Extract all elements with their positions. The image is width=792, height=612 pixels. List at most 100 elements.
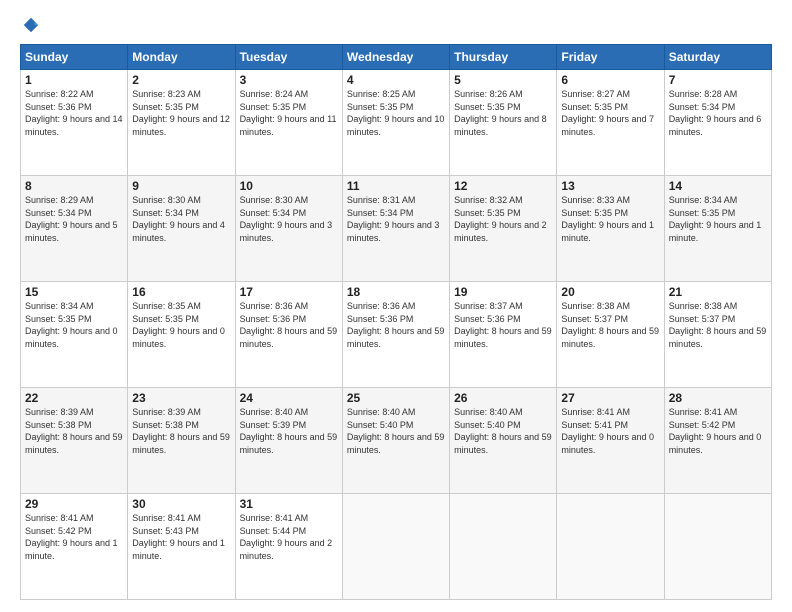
- day-number: 17: [240, 285, 338, 299]
- weekday-header: Saturday: [664, 45, 771, 70]
- weekday-header: Sunday: [21, 45, 128, 70]
- calendar-cell: 13 Sunrise: 8:33 AMSunset: 5:35 PMDaylig…: [557, 176, 664, 282]
- day-number: 12: [454, 179, 552, 193]
- day-number: 19: [454, 285, 552, 299]
- calendar-week-row: 29 Sunrise: 8:41 AMSunset: 5:42 PMDaylig…: [21, 494, 772, 600]
- calendar-cell: 27 Sunrise: 8:41 AMSunset: 5:41 PMDaylig…: [557, 388, 664, 494]
- calendar-cell: 25 Sunrise: 8:40 AMSunset: 5:40 PMDaylig…: [342, 388, 449, 494]
- day-info: Sunrise: 8:40 AMSunset: 5:40 PMDaylight:…: [454, 407, 552, 455]
- day-info: Sunrise: 8:34 AMSunset: 5:35 PMDaylight:…: [25, 301, 118, 349]
- weekday-header: Tuesday: [235, 45, 342, 70]
- day-info: Sunrise: 8:30 AMSunset: 5:34 PMDaylight:…: [240, 195, 333, 243]
- day-info: Sunrise: 8:29 AMSunset: 5:34 PMDaylight:…: [25, 195, 118, 243]
- calendar-cell: 11 Sunrise: 8:31 AMSunset: 5:34 PMDaylig…: [342, 176, 449, 282]
- day-info: Sunrise: 8:31 AMSunset: 5:34 PMDaylight:…: [347, 195, 440, 243]
- day-info: Sunrise: 8:36 AMSunset: 5:36 PMDaylight:…: [240, 301, 338, 349]
- weekday-header: Wednesday: [342, 45, 449, 70]
- day-info: Sunrise: 8:22 AMSunset: 5:36 PMDaylight:…: [25, 89, 123, 137]
- day-number: 9: [132, 179, 230, 193]
- calendar-cell: 14 Sunrise: 8:34 AMSunset: 5:35 PMDaylig…: [664, 176, 771, 282]
- day-number: 16: [132, 285, 230, 299]
- day-info: Sunrise: 8:28 AMSunset: 5:34 PMDaylight:…: [669, 89, 762, 137]
- calendar-cell: 20 Sunrise: 8:38 AMSunset: 5:37 PMDaylig…: [557, 282, 664, 388]
- day-number: 26: [454, 391, 552, 405]
- day-number: 30: [132, 497, 230, 511]
- day-number: 1: [25, 73, 123, 87]
- day-number: 5: [454, 73, 552, 87]
- day-number: 29: [25, 497, 123, 511]
- calendar-cell: 3 Sunrise: 8:24 AMSunset: 5:35 PMDayligh…: [235, 70, 342, 176]
- weekday-header-row: SundayMondayTuesdayWednesdayThursdayFrid…: [21, 45, 772, 70]
- day-info: Sunrise: 8:41 AMSunset: 5:41 PMDaylight:…: [561, 407, 654, 455]
- day-number: 28: [669, 391, 767, 405]
- day-number: 18: [347, 285, 445, 299]
- day-info: Sunrise: 8:35 AMSunset: 5:35 PMDaylight:…: [132, 301, 225, 349]
- day-number: 24: [240, 391, 338, 405]
- day-number: 11: [347, 179, 445, 193]
- calendar-cell: 9 Sunrise: 8:30 AMSunset: 5:34 PMDayligh…: [128, 176, 235, 282]
- day-info: Sunrise: 8:38 AMSunset: 5:37 PMDaylight:…: [669, 301, 767, 349]
- logo: [20, 16, 40, 34]
- day-number: 10: [240, 179, 338, 193]
- calendar-week-row: 8 Sunrise: 8:29 AMSunset: 5:34 PMDayligh…: [21, 176, 772, 282]
- day-number: 20: [561, 285, 659, 299]
- weekday-header: Friday: [557, 45, 664, 70]
- day-info: Sunrise: 8:24 AMSunset: 5:35 PMDaylight:…: [240, 89, 337, 137]
- day-number: 23: [132, 391, 230, 405]
- weekday-header: Thursday: [450, 45, 557, 70]
- calendar-cell: 12 Sunrise: 8:32 AMSunset: 5:35 PMDaylig…: [450, 176, 557, 282]
- day-number: 15: [25, 285, 123, 299]
- calendar-cell: 26 Sunrise: 8:40 AMSunset: 5:40 PMDaylig…: [450, 388, 557, 494]
- calendar-cell: 22 Sunrise: 8:39 AMSunset: 5:38 PMDaylig…: [21, 388, 128, 494]
- calendar-cell: 8 Sunrise: 8:29 AMSunset: 5:34 PMDayligh…: [21, 176, 128, 282]
- day-info: Sunrise: 8:40 AMSunset: 5:39 PMDaylight:…: [240, 407, 338, 455]
- calendar-cell: 18 Sunrise: 8:36 AMSunset: 5:36 PMDaylig…: [342, 282, 449, 388]
- calendar-cell: 6 Sunrise: 8:27 AMSunset: 5:35 PMDayligh…: [557, 70, 664, 176]
- day-number: 7: [669, 73, 767, 87]
- day-info: Sunrise: 8:25 AMSunset: 5:35 PMDaylight:…: [347, 89, 445, 137]
- calendar-cell: 15 Sunrise: 8:34 AMSunset: 5:35 PMDaylig…: [21, 282, 128, 388]
- calendar-cell: 21 Sunrise: 8:38 AMSunset: 5:37 PMDaylig…: [664, 282, 771, 388]
- day-number: 22: [25, 391, 123, 405]
- logo-icon: [22, 16, 40, 34]
- day-info: Sunrise: 8:39 AMSunset: 5:38 PMDaylight:…: [25, 407, 123, 455]
- day-number: 4: [347, 73, 445, 87]
- calendar-table: SundayMondayTuesdayWednesdayThursdayFrid…: [20, 44, 772, 600]
- day-number: 13: [561, 179, 659, 193]
- day-info: Sunrise: 8:30 AMSunset: 5:34 PMDaylight:…: [132, 195, 225, 243]
- day-number: 14: [669, 179, 767, 193]
- day-info: Sunrise: 8:39 AMSunset: 5:38 PMDaylight:…: [132, 407, 230, 455]
- day-info: Sunrise: 8:40 AMSunset: 5:40 PMDaylight:…: [347, 407, 445, 455]
- calendar-cell: 16 Sunrise: 8:35 AMSunset: 5:35 PMDaylig…: [128, 282, 235, 388]
- calendar-cell: 10 Sunrise: 8:30 AMSunset: 5:34 PMDaylig…: [235, 176, 342, 282]
- day-info: Sunrise: 8:41 AMSunset: 5:43 PMDaylight:…: [132, 513, 225, 561]
- weekday-header: Monday: [128, 45, 235, 70]
- calendar-cell: 2 Sunrise: 8:23 AMSunset: 5:35 PMDayligh…: [128, 70, 235, 176]
- day-number: 8: [25, 179, 123, 193]
- calendar-page: SundayMondayTuesdayWednesdayThursdayFrid…: [0, 0, 792, 612]
- day-info: Sunrise: 8:32 AMSunset: 5:35 PMDaylight:…: [454, 195, 547, 243]
- day-info: Sunrise: 8:41 AMSunset: 5:42 PMDaylight:…: [25, 513, 118, 561]
- calendar-cell: 5 Sunrise: 8:26 AMSunset: 5:35 PMDayligh…: [450, 70, 557, 176]
- day-info: Sunrise: 8:36 AMSunset: 5:36 PMDaylight:…: [347, 301, 445, 349]
- calendar-cell: 1 Sunrise: 8:22 AMSunset: 5:36 PMDayligh…: [21, 70, 128, 176]
- day-info: Sunrise: 8:34 AMSunset: 5:35 PMDaylight:…: [669, 195, 762, 243]
- day-info: Sunrise: 8:37 AMSunset: 5:36 PMDaylight:…: [454, 301, 552, 349]
- day-number: 21: [669, 285, 767, 299]
- day-info: Sunrise: 8:26 AMSunset: 5:35 PMDaylight:…: [454, 89, 547, 137]
- calendar-cell: [450, 494, 557, 600]
- calendar-cell: 29 Sunrise: 8:41 AMSunset: 5:42 PMDaylig…: [21, 494, 128, 600]
- calendar-week-row: 22 Sunrise: 8:39 AMSunset: 5:38 PMDaylig…: [21, 388, 772, 494]
- calendar-cell: [557, 494, 664, 600]
- calendar-cell: 23 Sunrise: 8:39 AMSunset: 5:38 PMDaylig…: [128, 388, 235, 494]
- day-number: 2: [132, 73, 230, 87]
- calendar-cell: 30 Sunrise: 8:41 AMSunset: 5:43 PMDaylig…: [128, 494, 235, 600]
- calendar-cell: 7 Sunrise: 8:28 AMSunset: 5:34 PMDayligh…: [664, 70, 771, 176]
- calendar-cell: 19 Sunrise: 8:37 AMSunset: 5:36 PMDaylig…: [450, 282, 557, 388]
- day-info: Sunrise: 8:27 AMSunset: 5:35 PMDaylight:…: [561, 89, 654, 137]
- header: [20, 16, 772, 34]
- calendar-cell: 28 Sunrise: 8:41 AMSunset: 5:42 PMDaylig…: [664, 388, 771, 494]
- calendar-cell: 24 Sunrise: 8:40 AMSunset: 5:39 PMDaylig…: [235, 388, 342, 494]
- day-info: Sunrise: 8:41 AMSunset: 5:44 PMDaylight:…: [240, 513, 333, 561]
- day-info: Sunrise: 8:38 AMSunset: 5:37 PMDaylight:…: [561, 301, 659, 349]
